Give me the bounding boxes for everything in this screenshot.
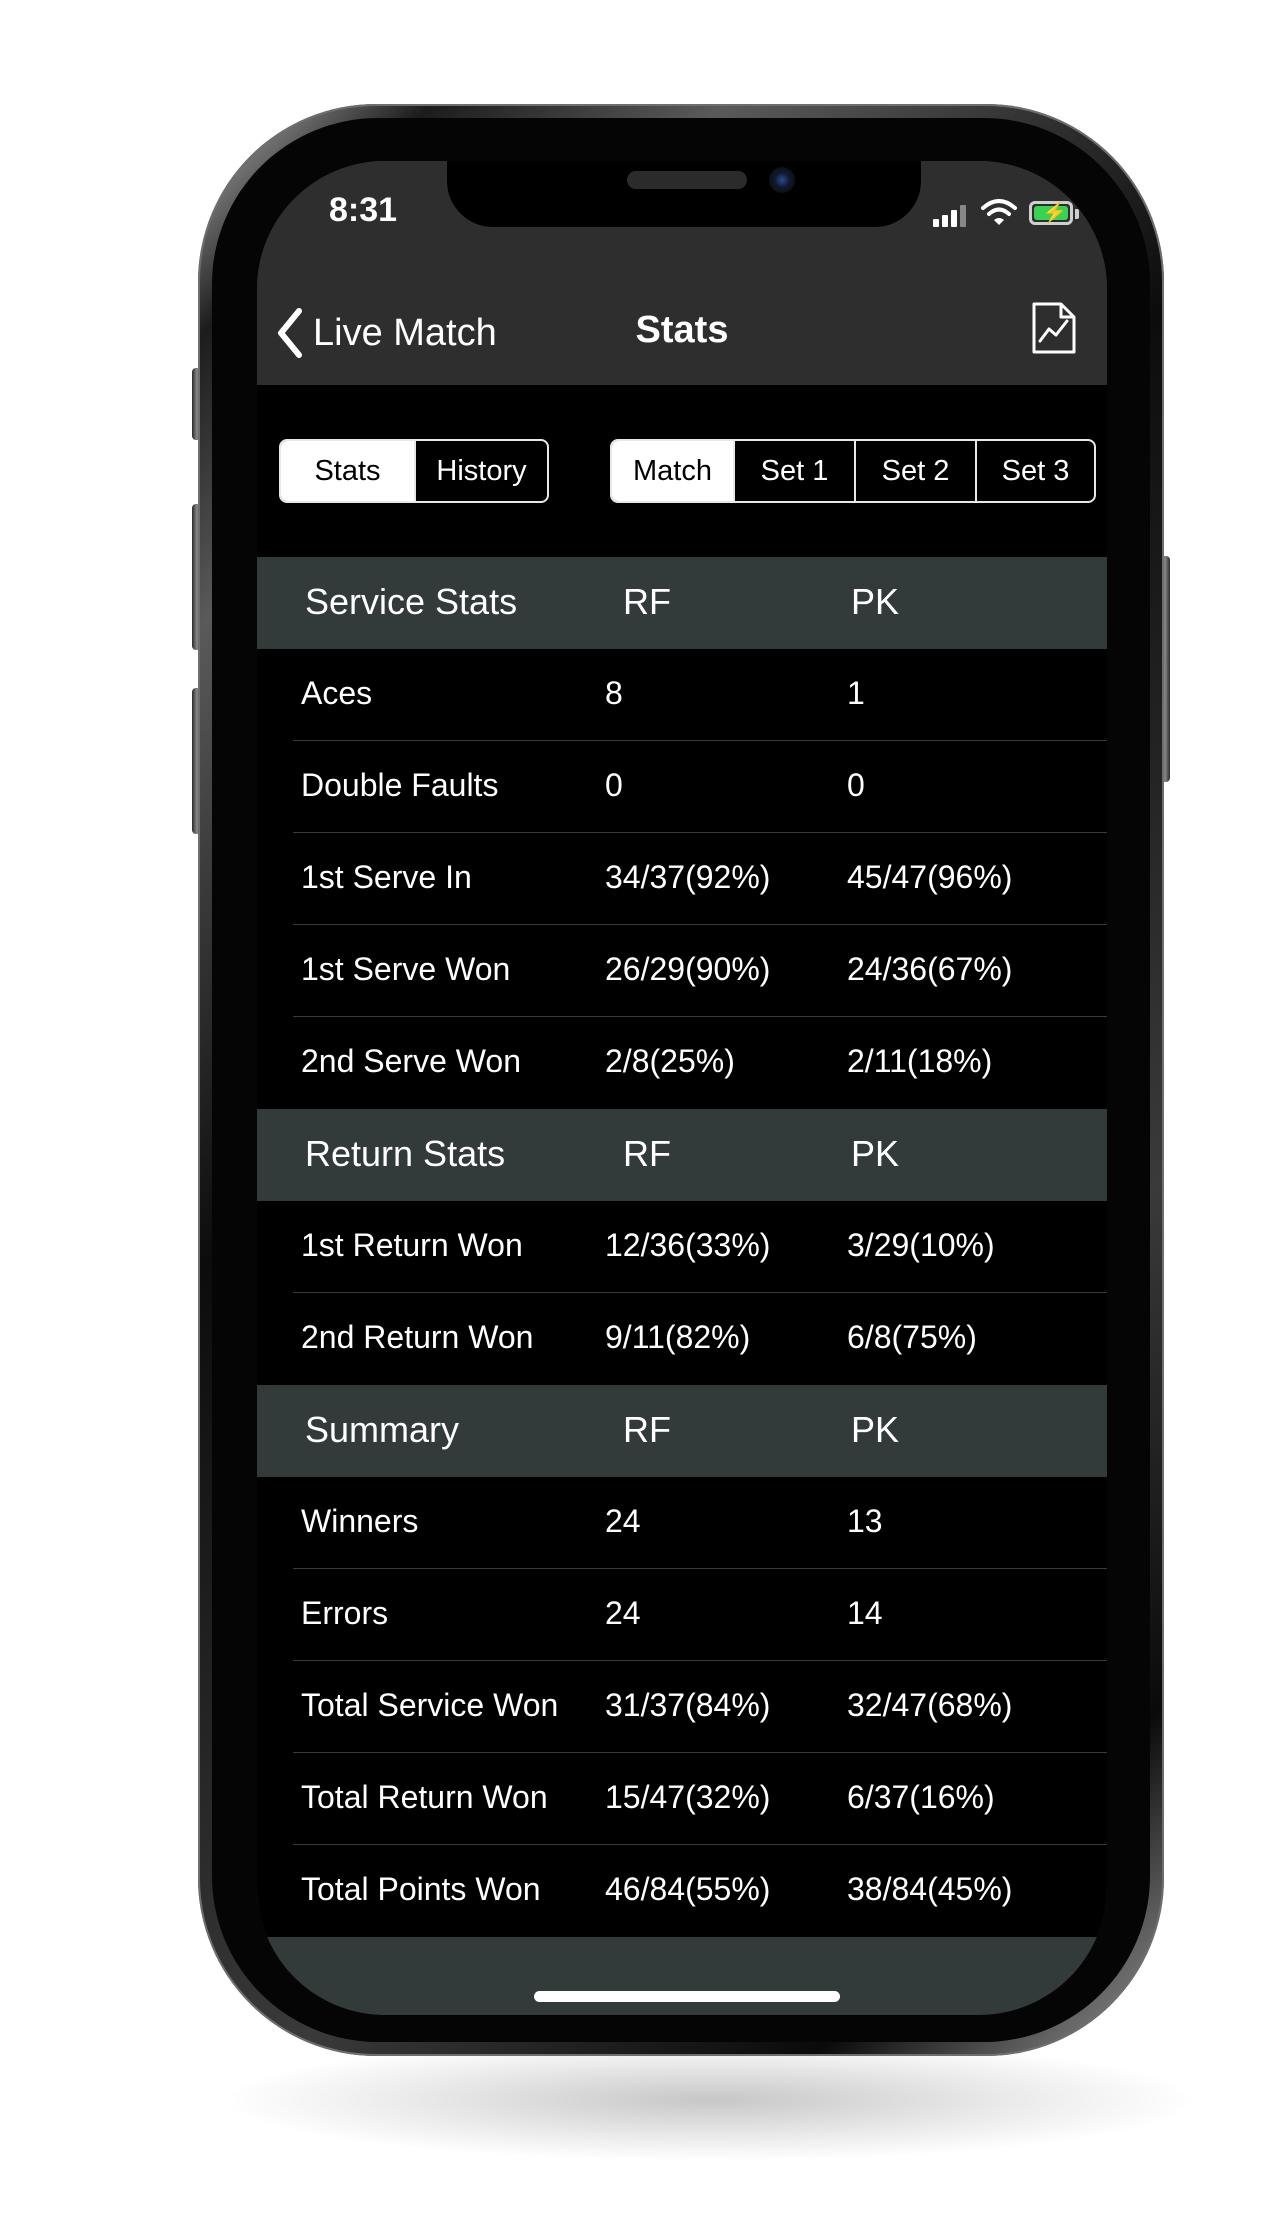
chart-document-icon[interactable]	[1031, 301, 1077, 355]
segment-controls: Stats History Match Set 1 Set 2 Set 3	[257, 385, 1107, 557]
rf-value: 24	[605, 1503, 641, 1539]
section-header-service: Service Stats RF PK	[257, 557, 1107, 649]
section-title: Summary	[305, 1409, 460, 1450]
segment-set-2[interactable]: Set 2	[853, 441, 975, 501]
section-title: Return Stats	[305, 1133, 506, 1174]
stat-label: 1st Serve Won	[301, 951, 511, 987]
rf-value: 0	[605, 767, 623, 803]
stat-label: Total Return Won	[301, 1779, 548, 1815]
notch	[447, 161, 921, 227]
column-rf: RF	[623, 1409, 671, 1450]
stat-label: Errors	[301, 1595, 389, 1631]
table-row: 1st Serve In 34/37(92%) 45/47(96%)	[257, 833, 1107, 925]
home-indicator[interactable]	[534, 1991, 840, 2002]
pk-value: 3/29(10%)	[847, 1227, 995, 1263]
segment-stats[interactable]: Stats	[281, 441, 414, 501]
rf-value: 9/11(82%)	[605, 1319, 751, 1355]
view-switch: Stats History	[279, 439, 549, 503]
pk-value: 0	[847, 767, 865, 803]
pk-value: 38/84(45%)	[847, 1871, 1013, 1907]
period-switch: Match Set 1 Set 2 Set 3	[610, 439, 1096, 503]
cellular-signal-icon	[933, 203, 967, 227]
stat-label: Double Faults	[301, 767, 499, 803]
pk-value: 6/8(75%)	[847, 1319, 977, 1355]
status-bar: 8:31 ⚡	[257, 161, 1107, 281]
segment-history[interactable]: History	[414, 441, 547, 501]
table-row: Total Service Won 31/37(84%) 32/47(68%)	[257, 1661, 1107, 1753]
table-row: 1st Return Won 12/36(33%) 3/29(10%)	[257, 1201, 1107, 1293]
section-header-summary: Summary RF PK	[257, 1385, 1107, 1477]
rf-value: 2/8(25%)	[605, 1043, 735, 1079]
stat-label: Total Service Won	[301, 1687, 559, 1723]
column-rf: RF	[623, 581, 671, 622]
rf-value: 26/29(90%)	[605, 951, 771, 987]
front-camera	[769, 167, 795, 193]
pk-value: 6/37(16%)	[847, 1779, 995, 1815]
rf-value: 24	[605, 1595, 641, 1631]
rf-value: 31/37(84%)	[605, 1687, 771, 1723]
rf-value: 46/84(55%)	[605, 1871, 771, 1907]
table-row: Total Return Won 15/47(32%) 6/37(16%)	[257, 1753, 1107, 1845]
table-row: Double Faults 0 0	[257, 741, 1107, 833]
rf-value: 8	[605, 675, 623, 711]
stat-label: Total Points Won	[301, 1871, 541, 1907]
pk-value: 13	[847, 1503, 883, 1539]
table-row: Total Points Won 46/84(55%) 38/84(45%)	[257, 1845, 1107, 1937]
section-header-return: Return Stats RF PK	[257, 1109, 1107, 1201]
page-title: Stats	[635, 309, 729, 351]
pk-value: 24/36(67%)	[847, 951, 1013, 987]
column-pk: PK	[851, 1409, 900, 1450]
section-title: Service Stats	[305, 581, 518, 622]
table-row: Aces 8 1	[257, 649, 1107, 741]
stat-label: 1st Serve In	[301, 859, 472, 895]
table-row: Winners 24 13	[257, 1477, 1107, 1569]
table-row: 1st Serve Won 26/29(90%) 24/36(67%)	[257, 925, 1107, 1017]
pk-value: 2/11(18%)	[847, 1043, 993, 1079]
table-row: Errors 24 14	[257, 1569, 1107, 1661]
segment-set-3[interactable]: Set 3	[974, 441, 1094, 501]
stat-label: Winners	[301, 1503, 419, 1539]
stat-label: 2nd Return Won	[301, 1319, 534, 1355]
column-pk: PK	[851, 1133, 900, 1174]
table-row: 2nd Return Won 9/11(82%) 6/8(75%)	[257, 1293, 1107, 1385]
segment-set-1[interactable]: Set 1	[732, 441, 854, 501]
wifi-icon	[981, 199, 1017, 225]
rf-value: 12/36(33%)	[605, 1227, 771, 1263]
segment-match[interactable]: Match	[612, 441, 733, 501]
stat-label: 2nd Serve Won	[301, 1043, 521, 1079]
phone-shadow	[230, 2040, 1190, 2160]
table-row: 2nd Serve Won 2/8(25%) 2/11(18%)	[257, 1017, 1107, 1109]
rf-value: 15/47(32%)	[605, 1779, 771, 1815]
pk-value: 1	[847, 675, 865, 711]
battery-cap	[1075, 209, 1079, 219]
navigation-bar: Live Match Stats	[257, 281, 1107, 385]
pk-value: 45/47(96%)	[847, 859, 1013, 895]
column-pk: PK	[851, 581, 900, 622]
stat-label: 1st Return Won	[301, 1227, 523, 1263]
rf-value: 34/37(92%)	[605, 859, 771, 895]
battery-charging-icon: ⚡	[1029, 201, 1073, 225]
stats-table: Service Stats RF PK Aces 8 1 Double Faul…	[257, 557, 1107, 1937]
pk-value: 14	[847, 1595, 883, 1631]
status-time: 8:31	[329, 191, 398, 229]
stat-label: Aces	[301, 675, 373, 711]
app-screen: 8:31 ⚡ Live Match Stats Stats History Ma…	[257, 161, 1107, 2015]
pk-value: 32/47(68%)	[847, 1687, 1013, 1723]
speaker-grille	[627, 171, 747, 189]
column-rf: RF	[623, 1133, 671, 1174]
